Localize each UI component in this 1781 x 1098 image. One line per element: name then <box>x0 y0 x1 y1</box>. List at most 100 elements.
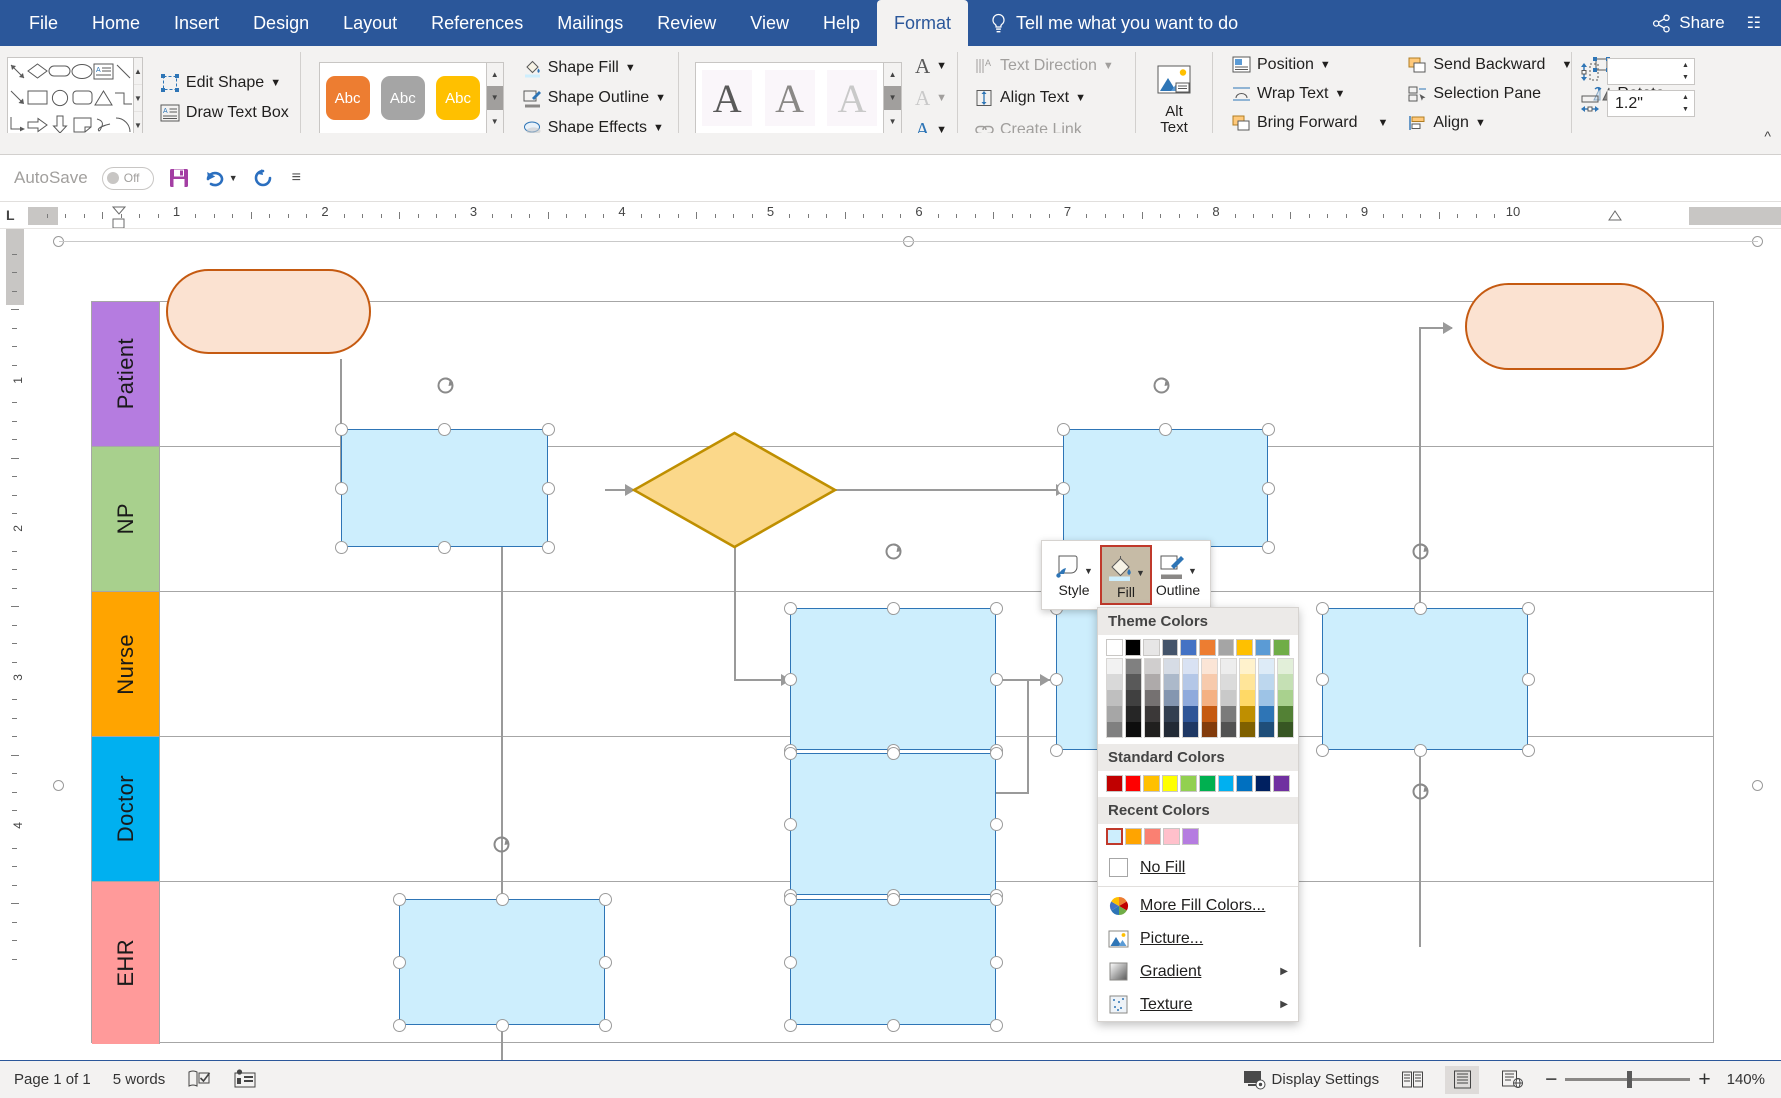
qat-more-icon[interactable]: ≡ <box>292 169 301 187</box>
theme-color-variant-swatch[interactable] <box>1163 674 1180 690</box>
rotation-handle-nurse-task-3[interactable] <box>1410 541 1431 562</box>
more-fill-colors-item[interactable]: More Fill Colors... <box>1098 889 1298 922</box>
display-settings-button[interactable]: Display Settings <box>1243 1070 1380 1090</box>
gallery-scroll-up-icon[interactable]: ▲ <box>134 58 142 85</box>
circle-icon[interactable] <box>48 85 71 112</box>
zoom-knob[interactable] <box>1627 1071 1632 1088</box>
no-fill-item[interactable]: No Fill <box>1098 851 1298 884</box>
gallery-scroll-down-icon[interactable]: ▼ <box>134 85 142 112</box>
horizontal-ruler[interactable]: L 12345678910 <box>0 203 1781 229</box>
chevron-down-icon[interactable]: ▼ <box>229 173 238 183</box>
styles-scroll-up-icon[interactable]: ▲ <box>487 63 503 86</box>
mini-toolbar[interactable]: ▼ Style ▼ Fill <box>1041 540 1211 610</box>
selection-handle[interactable] <box>784 818 797 831</box>
tab-layout[interactable]: Layout <box>326 0 414 46</box>
chevron-down-icon[interactable]: ▼ <box>1084 566 1093 580</box>
theme-color-variant-swatch[interactable] <box>1125 658 1142 674</box>
rectangle-icon[interactable] <box>27 85 48 112</box>
selection-handle[interactable] <box>1414 744 1427 757</box>
theme-color-column[interactable] <box>1201 658 1218 738</box>
shape-start-terminator[interactable] <box>166 269 371 354</box>
line-arrow-icon[interactable] <box>8 58 27 85</box>
theme-color-variant-swatch[interactable] <box>1201 722 1218 738</box>
theme-color-variant-swatch[interactable] <box>1239 674 1256 690</box>
theme-color-variant-swatch[interactable] <box>1277 690 1294 706</box>
theme-color-variant-swatch[interactable] <box>1220 690 1237 706</box>
chevron-down-icon[interactable]: ▼ <box>1475 117 1486 129</box>
rotation-handle-nurse-task-2[interactable] <box>1410 781 1431 802</box>
accessibility-checker-icon[interactable] <box>233 1069 257 1090</box>
shape-np-task-2[interactable] <box>1063 429 1268 547</box>
wordart-expand-icon[interactable]: ▼ <box>884 110 901 133</box>
spin-up-icon[interactable]: ▲ <box>1677 91 1694 104</box>
selection-handle[interactable] <box>990 893 1003 906</box>
chevron-down-icon[interactable]: ▼ <box>1377 117 1388 129</box>
theme-color-variant-swatch[interactable] <box>1144 658 1161 674</box>
theme-color-variant-swatch[interactable] <box>1239 722 1256 738</box>
tab-references[interactable]: References <box>414 0 540 46</box>
theme-color-variant-swatch[interactable] <box>1182 658 1199 674</box>
swimlane-header-patient[interactable]: Patient <box>92 302 160 446</box>
theme-color-variant-swatch[interactable] <box>1201 690 1218 706</box>
shape-doctor-task-1[interactable] <box>790 753 996 895</box>
theme-color-variant-swatch[interactable] <box>1106 674 1123 690</box>
selection-handle[interactable] <box>887 1019 900 1032</box>
theme-color-column[interactable] <box>1144 658 1161 738</box>
standard-color-swatch[interactable] <box>1218 775 1235 792</box>
autosave-toggle[interactable]: Off <box>102 167 154 190</box>
theme-color-variant-swatch[interactable] <box>1163 706 1180 722</box>
theme-color-column[interactable] <box>1239 658 1256 738</box>
theme-color-column[interactable] <box>1220 658 1237 738</box>
theme-color-swatch[interactable] <box>1125 639 1142 656</box>
canvas-handle-mid-right[interactable] <box>1752 780 1763 791</box>
selection-handle[interactable] <box>1262 423 1275 436</box>
selection-handle[interactable] <box>1522 602 1535 615</box>
wordart-scroll-up-icon[interactable]: ▲ <box>884 63 901 86</box>
page-indicator[interactable]: Page 1 of 1 <box>14 1071 91 1088</box>
selection-handle[interactable] <box>1050 673 1063 686</box>
theme-color-variant-swatch[interactable] <box>1182 722 1199 738</box>
theme-colors-top-row[interactable] <box>1098 635 1298 658</box>
tab-insert[interactable]: Insert <box>157 0 236 46</box>
selection-handle[interactable] <box>887 893 900 906</box>
canvas-handle-mid-left[interactable] <box>53 780 64 791</box>
web-layout-button[interactable] <box>1495 1066 1529 1094</box>
theme-color-variant-swatch[interactable] <box>1277 658 1294 674</box>
wrap-text-button[interactable]: Wrap Text ▼ <box>1227 81 1393 106</box>
selection-pane-button[interactable]: Selection Pane <box>1403 81 1577 106</box>
send-backward-button[interactable]: Send Backward ▼ <box>1403 52 1577 77</box>
selection-handle[interactable] <box>1316 602 1329 615</box>
selection-handle[interactable] <box>990 956 1003 969</box>
selection-handle[interactable] <box>887 602 900 615</box>
left-indent-marker[interactable] <box>112 218 126 229</box>
selection-handle[interactable] <box>335 482 348 495</box>
minibar-outline-button[interactable]: ▼ Outline <box>1152 545 1204 605</box>
save-icon[interactable] <box>168 167 190 189</box>
theme-color-variant-swatch[interactable] <box>1144 706 1161 722</box>
recent-color-swatch[interactable] <box>1106 828 1123 845</box>
draw-text-box-button[interactable]: A Draw Text Box <box>155 101 294 126</box>
spin-down-icon[interactable]: ▼ <box>1677 72 1694 85</box>
standard-color-swatch[interactable] <box>1199 775 1216 792</box>
texture-item[interactable]: Texture ▶ <box>1098 988 1298 1021</box>
collapse-ribbon-button[interactable]: ^ <box>1764 128 1771 144</box>
selection-handle[interactable] <box>784 673 797 686</box>
text-box-icon[interactable]: A <box>93 58 114 85</box>
wordart-preset-2[interactable]: A <box>765 70 815 126</box>
theme-color-swatch[interactable] <box>1106 639 1123 656</box>
swimlane-header-np[interactable]: NP <box>92 447 160 591</box>
wordart-preset-1[interactable]: A <box>702 70 752 126</box>
zoom-out-icon[interactable]: − <box>1545 1068 1557 1092</box>
selection-handle[interactable] <box>1050 744 1063 757</box>
selection-handle[interactable] <box>438 541 451 554</box>
tab-format[interactable]: Format <box>877 0 968 46</box>
standard-color-swatch[interactable] <box>1143 775 1160 792</box>
theme-color-swatch[interactable] <box>1180 639 1197 656</box>
wordart-preset-3[interactable]: A <box>827 70 877 126</box>
tab-design[interactable]: Design <box>236 0 326 46</box>
spin-down-icon[interactable]: ▼ <box>1677 104 1694 117</box>
selection-handle[interactable] <box>542 482 555 495</box>
standard-color-swatch[interactable] <box>1106 775 1123 792</box>
selection-handle[interactable] <box>1159 423 1172 436</box>
theme-color-variant-swatch[interactable] <box>1220 706 1237 722</box>
